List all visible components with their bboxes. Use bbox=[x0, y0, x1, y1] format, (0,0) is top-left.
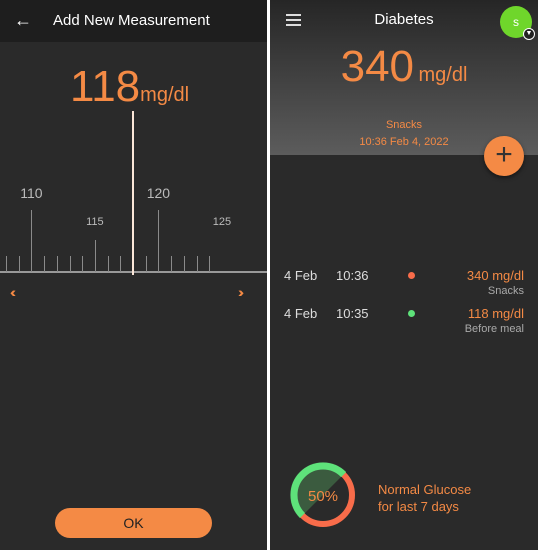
summary-line-1: Normal Glucose bbox=[378, 482, 472, 497]
entry-value: 118 mg/dl bbox=[467, 306, 524, 321]
entry-tag: Snacks bbox=[487, 285, 524, 297]
ruler-label: 110 bbox=[20, 185, 43, 201]
ruler-tick bbox=[82, 256, 84, 272]
ruler-tick bbox=[6, 256, 7, 272]
selected-value: 118mg/dl bbox=[70, 62, 189, 112]
entry-date: 4 Feb bbox=[284, 268, 318, 283]
latest-reading-header: Diabetes s ▼ 340 mg/dl Snacks 10:36 Feb … bbox=[270, 0, 538, 155]
ok-button[interactable]: OK bbox=[55, 508, 212, 538]
ruler-label: 120 bbox=[146, 185, 171, 201]
ruler-tick bbox=[56, 256, 58, 272]
app-bar: ← Add New Measurement bbox=[0, 0, 267, 42]
page-title: Add New Measurement bbox=[53, 12, 210, 29]
back-arrow-icon[interactable]: ← bbox=[14, 10, 32, 31]
status-dot bbox=[408, 310, 415, 317]
entry-row[interactable]: 4 Feb 10:36 340 mg/dl Snacks bbox=[270, 268, 538, 308]
entry-value: 340 mg/dl bbox=[466, 268, 524, 283]
add-measurement-button[interactable]: + bbox=[484, 136, 524, 176]
ruler-tick bbox=[209, 256, 211, 272]
ruler-tick bbox=[18, 256, 20, 272]
entry-time: 10:36 bbox=[336, 268, 369, 283]
account-dropdown-icon[interactable]: ▼ bbox=[523, 28, 535, 40]
ruler-tick bbox=[171, 256, 173, 272]
avatar-letter: s bbox=[513, 15, 519, 29]
latest-tag: Snacks bbox=[385, 119, 423, 131]
ruler-label: 125 bbox=[212, 216, 232, 228]
ruler-tick bbox=[94, 240, 96, 272]
entry-time: 10:35 bbox=[336, 306, 369, 321]
latest-number: 340 bbox=[340, 42, 415, 91]
scroll-right-icon[interactable]: ››› bbox=[238, 284, 244, 300]
app-title: Diabetes bbox=[374, 11, 434, 28]
ruler-label: 115 bbox=[86, 216, 104, 228]
latest-value: 340 mg/dl bbox=[270, 42, 538, 92]
plus-icon: + bbox=[495, 138, 513, 171]
ruler-tick bbox=[69, 256, 71, 272]
latest-unit: mg/dl bbox=[418, 64, 468, 86]
ruler-tick bbox=[120, 256, 122, 272]
ruler-tick bbox=[145, 256, 147, 272]
ruler-tick bbox=[31, 210, 33, 272]
ruler-tick bbox=[158, 210, 160, 272]
scroll-left-icon[interactable]: ‹‹‹ bbox=[10, 284, 16, 300]
status-dot bbox=[408, 272, 415, 279]
ruler-tick bbox=[183, 256, 185, 272]
value-unit: mg/dl bbox=[140, 84, 190, 106]
ruler-tick bbox=[196, 256, 198, 272]
entry-row[interactable]: 4 Feb 10:35 118 mg/dl Before meal bbox=[270, 306, 538, 346]
diabetes-dashboard: Diabetes s ▼ 340 mg/dl Snacks 10:36 Feb … bbox=[270, 0, 538, 550]
value-number: 118 bbox=[70, 62, 141, 111]
entry-date: 4 Feb bbox=[284, 306, 318, 321]
ruler-indicator bbox=[132, 111, 134, 275]
add-measurement-screen: ← Add New Measurement 118mg/dl 110 120 115… bbox=[0, 0, 267, 550]
normal-percent: 50% bbox=[307, 488, 339, 505]
summary-line-2: for last 7 days bbox=[378, 499, 459, 514]
entry-tag: Before meal bbox=[464, 323, 524, 335]
ruler-tick bbox=[44, 256, 46, 272]
ruler-tick bbox=[107, 256, 109, 272]
